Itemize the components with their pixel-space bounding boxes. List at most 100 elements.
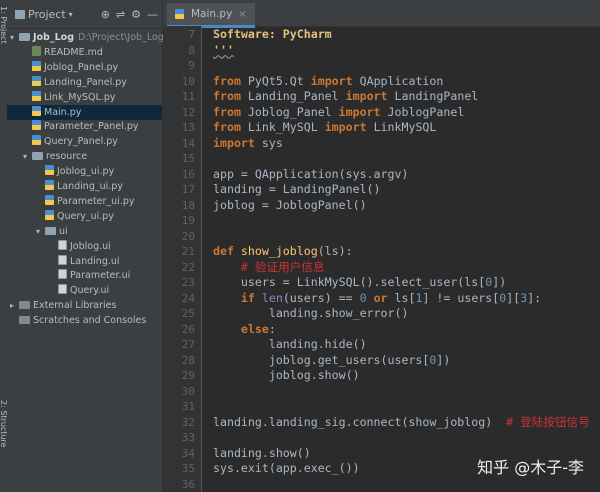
project-panel-tools: ⊕ ⇌ ⚙ — — [101, 8, 158, 21]
md-file-icon — [32, 45, 41, 56]
line-number: 35 — [181, 462, 195, 475]
structure-tool-tab[interactable]: 2: Structure — [0, 400, 7, 460]
line-number: 15 — [181, 152, 195, 165]
tree-item-label: Scratches and Consoles — [33, 315, 147, 327]
line-number: 20 — [181, 229, 195, 243]
line-number: 22 — [181, 260, 195, 274]
expand-arrow-icon[interactable]: ▾ — [10, 30, 19, 45]
code-line: landing.hide() — [213, 337, 367, 353]
py-file-icon — [32, 60, 41, 71]
code-line: app = QApplication(sys.argv) — [213, 167, 408, 183]
line-number: 16 — [181, 167, 195, 181]
code-line: joblog = JoblogPanel() — [213, 198, 367, 214]
tab-main-py[interactable]: Main.py × — [167, 3, 255, 28]
code-token: from — [213, 89, 248, 103]
tree-item[interactable]: ▾ Job_Log D:\Project\Job_Log — [7, 30, 164, 45]
tree-item-label: Joblog_Panel.py — [44, 61, 119, 73]
code-token: from — [213, 120, 248, 134]
code-line: joblog.show() — [213, 368, 360, 384]
code-token: QApplication — [359, 73, 444, 88]
locate-file-icon[interactable]: ⊕ — [101, 8, 110, 21]
code-token: landing.show() — [213, 445, 311, 460]
code-token: # 验证用户信息 — [240, 259, 325, 274]
line-number: 19 — [181, 214, 195, 227]
tree-item[interactable]: ▸ External Libraries — [7, 298, 162, 313]
line-number: 27 — [181, 338, 195, 351]
tree-item-label: Parameter_ui.py — [57, 195, 135, 207]
tree-item[interactable]: ▾ ui — [7, 224, 162, 239]
expand-arrow-icon[interactable]: ▾ — [23, 149, 32, 164]
code-line: from Joblog_Panel import JoblogPanel — [213, 105, 464, 121]
py-file-icon — [45, 180, 54, 190]
expand-arrow-icon[interactable]: ▸ — [10, 298, 19, 313]
tree-item[interactable]: Landing.ui — [7, 254, 162, 269]
minimize-icon[interactable]: — — [147, 8, 158, 21]
code-line: landing = LandingPanel() — [213, 182, 381, 198]
code-token: landing.hide() — [213, 337, 367, 351]
project-tool-tab[interactable]: 1: Project — [0, 6, 7, 56]
tree-item[interactable]: Link_MySQL.py — [7, 90, 162, 105]
code-line: landing.show_error() — [213, 306, 409, 322]
tree-item[interactable]: Parameter.ui — [7, 268, 162, 283]
code-token: import — [338, 104, 388, 119]
tree-item[interactable]: Query_ui.py — [7, 209, 162, 224]
code-line: def show_joblog(ls): — [213, 244, 353, 260]
tree-item[interactable]: Landing_Panel.py — [7, 75, 162, 90]
line-number: 31 — [181, 400, 195, 413]
tree-item[interactable]: Scratches and Consoles — [7, 313, 162, 328]
tree-item[interactable]: ▾ resource — [7, 149, 162, 164]
code-token: Software: PyCharm — [213, 27, 332, 41]
line-number: 13 — [181, 121, 195, 134]
code-line: ''' — [213, 43, 234, 59]
code-line: joblog.get_users(users[0]) — [213, 353, 451, 369]
py-file-icon — [45, 209, 54, 220]
code-token: (ls): — [317, 244, 353, 258]
line-number: 33 — [181, 431, 195, 444]
project-panel-title: Project — [28, 7, 66, 21]
code-token: ][ — [506, 290, 521, 305]
folder-file-icon — [45, 226, 56, 235]
tree-item-label: Landing_ui.py — [57, 181, 123, 192]
tree-item[interactable]: Joblog_ui.py — [7, 164, 162, 179]
code-token: joblog = JoblogPanel() — [213, 197, 367, 212]
code-token: Landing_Panel — [247, 89, 346, 103]
expand-arrow-icon[interactable]: ▾ — [36, 224, 45, 239]
code-editor[interactable]: Software: PyCharm ''' from PyQt5.Qt import… — [213, 26, 600, 492]
tree-item[interactable]: Parameter_Panel.py — [7, 119, 162, 134]
tree-item-label: Parameter_Panel.py — [44, 121, 139, 133]
tree-item[interactable]: Query.ui — [7, 283, 162, 298]
tree-item[interactable]: Main.py — [7, 104, 162, 120]
code-token: import — [345, 89, 395, 103]
tree-item[interactable]: Joblog.ui — [7, 239, 162, 254]
line-number: 9 — [188, 59, 195, 72]
gear-icon[interactable]: ⚙ — [131, 8, 141, 21]
tree-item[interactable]: Query_Panel.py — [7, 134, 162, 149]
collapse-all-icon[interactable]: ⇌ — [116, 8, 125, 21]
py-file-icon — [32, 135, 41, 146]
project-view-selector[interactable]: Project ▾ — [15, 8, 73, 21]
code-token: from — [213, 104, 248, 119]
tree-item-label: ui — [59, 225, 68, 237]
ui-file-icon — [58, 269, 67, 280]
close-icon[interactable]: × — [238, 9, 246, 20]
code-token: landing = LandingPanel() — [213, 182, 381, 196]
tree-item[interactable]: Landing_ui.py — [7, 179, 162, 194]
code-token: len — [261, 290, 283, 305]
project-path: D:\Project\Job_Log — [78, 32, 164, 43]
editor-tab-bar: Main.py × — [163, 0, 600, 28]
line-number: 23 — [181, 276, 195, 289]
line-number: 14 — [181, 136, 195, 150]
code-token: Joblog_Panel — [247, 104, 339, 119]
line-number: 7 — [188, 28, 195, 41]
line-number: 21 — [181, 245, 195, 258]
tree-item[interactable]: Joblog_Panel.py — [7, 60, 162, 75]
code-token: or — [373, 290, 395, 305]
tree-item-label: Joblog_ui.py — [57, 166, 115, 178]
code-line: sys.exit(app.exec_()) — [213, 461, 360, 477]
tree-item[interactable]: Parameter_ui.py — [7, 194, 162, 209]
ui-file-icon — [58, 254, 67, 265]
code-token: landing.landing_sig.connect(show_joblog) — [213, 414, 507, 429]
tree-item[interactable]: README.md — [7, 45, 162, 60]
